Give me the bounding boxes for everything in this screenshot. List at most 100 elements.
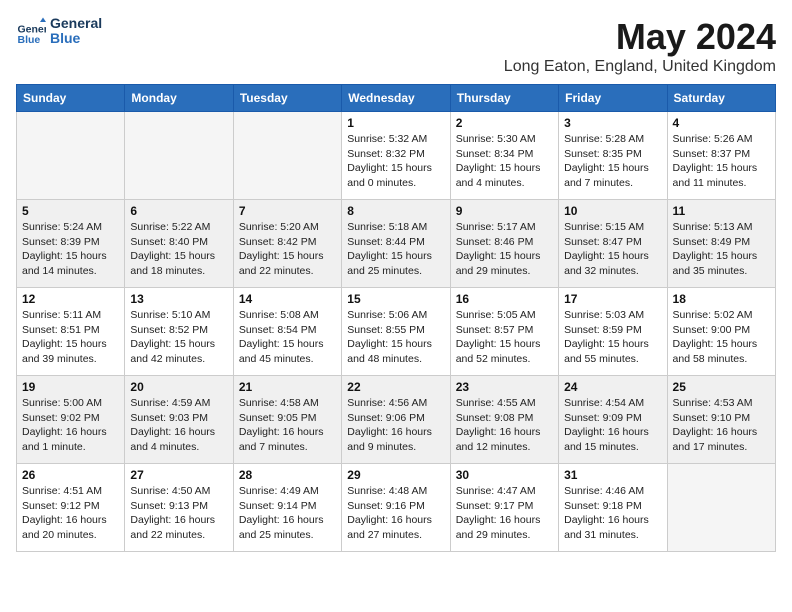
day-info: Sunrise: 4:56 AM Sunset: 9:06 PM Dayligh… <box>347 396 444 455</box>
day-info: Sunrise: 5:28 AM Sunset: 8:35 PM Dayligh… <box>564 132 661 191</box>
day-info: Sunrise: 5:02 AM Sunset: 9:00 PM Dayligh… <box>673 308 770 367</box>
calendar-cell: 4 Sunrise: 5:26 AM Sunset: 8:37 PM Daylig… <box>667 112 775 200</box>
calendar-week-row: 12 Sunrise: 5:11 AM Sunset: 8:51 PM Dayli… <box>17 288 776 376</box>
day-number: 7 <box>239 204 336 218</box>
day-info: Sunrise: 4:46 AM Sunset: 9:18 PM Dayligh… <box>564 484 661 543</box>
day-info: Sunrise: 5:24 AM Sunset: 8:39 PM Dayligh… <box>22 220 119 279</box>
logo-icon: General Blue <box>16 16 46 46</box>
logo-line2: Blue <box>50 31 102 46</box>
calendar-cell: 13Sunrise: 5:10 AM Sunset: 8:52 PM Dayli… <box>125 288 233 376</box>
day-number: 3 <box>564 116 661 130</box>
day-number: 6 <box>130 204 227 218</box>
logo: General Blue General Blue <box>16 16 102 47</box>
calendar-cell: 3 Sunrise: 5:28 AM Sunset: 8:35 PM Daylig… <box>559 112 667 200</box>
calendar-cell: 28 Sunrise: 4:49 AM Sunset: 9:14 PM Dayli… <box>233 464 341 552</box>
page-header: General Blue General Blue May 2024 Long … <box>16 16 776 76</box>
calendar-cell: 19 Sunrise: 5:00 AM Sunset: 9:02 PM Dayli… <box>17 376 125 464</box>
calendar-cell: 15Sunrise: 5:06 AM Sunset: 8:55 PM Dayli… <box>342 288 450 376</box>
day-number: 10 <box>564 204 661 218</box>
calendar-cell: 9 Sunrise: 5:17 AM Sunset: 8:46 PM Daylig… <box>450 200 558 288</box>
day-info: Sunrise: 5:15 AM Sunset: 8:47 PM Dayligh… <box>564 220 661 279</box>
day-info: Sunrise: 5:30 AM Sunset: 8:34 PM Dayligh… <box>456 132 553 191</box>
calendar-cell: 24 Sunrise: 4:54 AM Sunset: 9:09 PM Dayli… <box>559 376 667 464</box>
month-title: May 2024 <box>504 16 776 58</box>
calendar-cell: 6 Sunrise: 5:22 AM Sunset: 8:40 PM Daylig… <box>125 200 233 288</box>
day-info: Sunrise: 4:48 AM Sunset: 9:16 PM Dayligh… <box>347 484 444 543</box>
calendar-table: SundayMondayTuesdayWednesdayThursdayFrid… <box>16 84 776 552</box>
calendar-cell: 1 Sunrise: 5:32 AM Sunset: 8:32 PM Daylig… <box>342 112 450 200</box>
day-info: Sunrise: 5:22 AM Sunset: 8:40 PM Dayligh… <box>130 220 227 279</box>
day-number: 24 <box>564 380 661 394</box>
day-info: Sunrise: 5:11 AM Sunset: 8:51 PM Dayligh… <box>22 308 119 367</box>
calendar-cell: 16 Sunrise: 5:05 AM Sunset: 8:57 PM Dayli… <box>450 288 558 376</box>
day-number: 22 <box>347 380 444 394</box>
svg-text:Blue: Blue <box>18 34 41 46</box>
day-number: 21 <box>239 380 336 394</box>
calendar-cell: 26Sunrise: 4:51 AM Sunset: 9:12 PM Dayli… <box>17 464 125 552</box>
day-info: Sunrise: 4:49 AM Sunset: 9:14 PM Dayligh… <box>239 484 336 543</box>
day-info: Sunrise: 5:03 AM Sunset: 8:59 PM Dayligh… <box>564 308 661 367</box>
day-info: Sunrise: 4:55 AM Sunset: 9:08 PM Dayligh… <box>456 396 553 455</box>
calendar-cell: 27 Sunrise: 4:50 AM Sunset: 9:13 PM Dayli… <box>125 464 233 552</box>
title-block: May 2024 Long Eaton, England, United Kin… <box>504 16 776 76</box>
day-info: Sunrise: 5:17 AM Sunset: 8:46 PM Dayligh… <box>456 220 553 279</box>
calendar-cell: 7Sunrise: 5:20 AM Sunset: 8:42 PM Daylig… <box>233 200 341 288</box>
calendar-cell: 21 Sunrise: 4:58 AM Sunset: 9:05 PM Dayli… <box>233 376 341 464</box>
calendar-cell: 30 Sunrise: 4:47 AM Sunset: 9:17 PM Dayli… <box>450 464 558 552</box>
calendar-cell: 18 Sunrise: 5:02 AM Sunset: 9:00 PM Dayli… <box>667 288 775 376</box>
day-number: 19 <box>22 380 119 394</box>
day-info: Sunrise: 5:06 AM Sunset: 8:55 PM Dayligh… <box>347 308 444 367</box>
calendar-cell: 2 Sunrise: 5:30 AM Sunset: 8:34 PM Daylig… <box>450 112 558 200</box>
day-info: Sunrise: 5:32 AM Sunset: 8:32 PM Dayligh… <box>347 132 444 191</box>
calendar-cell: 17Sunrise: 5:03 AM Sunset: 8:59 PM Dayli… <box>559 288 667 376</box>
day-number: 2 <box>456 116 553 130</box>
calendar-header-sunday: Sunday <box>17 85 125 112</box>
day-number: 25 <box>673 380 770 394</box>
day-info: Sunrise: 4:50 AM Sunset: 9:13 PM Dayligh… <box>130 484 227 543</box>
location: Long Eaton, England, United Kingdom <box>504 58 776 76</box>
day-number: 12 <box>22 292 119 306</box>
calendar-header-saturday: Saturday <box>667 85 775 112</box>
day-info: Sunrise: 4:59 AM Sunset: 9:03 PM Dayligh… <box>130 396 227 455</box>
day-number: 23 <box>456 380 553 394</box>
day-number: 11 <box>673 204 770 218</box>
day-info: Sunrise: 5:05 AM Sunset: 8:57 PM Dayligh… <box>456 308 553 367</box>
calendar-week-row: 5Sunrise: 5:24 AM Sunset: 8:39 PM Daylig… <box>17 200 776 288</box>
day-number: 8 <box>347 204 444 218</box>
calendar-cell: 11Sunrise: 5:13 AM Sunset: 8:49 PM Dayli… <box>667 200 775 288</box>
day-info: Sunrise: 5:18 AM Sunset: 8:44 PM Dayligh… <box>347 220 444 279</box>
calendar-cell: 12 Sunrise: 5:11 AM Sunset: 8:51 PM Dayli… <box>17 288 125 376</box>
day-number: 29 <box>347 468 444 482</box>
day-number: 9 <box>456 204 553 218</box>
day-info: Sunrise: 5:26 AM Sunset: 8:37 PM Dayligh… <box>673 132 770 191</box>
day-info: Sunrise: 4:47 AM Sunset: 9:17 PM Dayligh… <box>456 484 553 543</box>
day-number: 31 <box>564 468 661 482</box>
day-number: 30 <box>456 468 553 482</box>
day-number: 28 <box>239 468 336 482</box>
calendar-week-row: 26Sunrise: 4:51 AM Sunset: 9:12 PM Dayli… <box>17 464 776 552</box>
calendar-cell <box>125 112 233 200</box>
calendar-cell: 20Sunrise: 4:59 AM Sunset: 9:03 PM Dayli… <box>125 376 233 464</box>
calendar-cell: 23 Sunrise: 4:55 AM Sunset: 9:08 PM Dayli… <box>450 376 558 464</box>
calendar-week-row: 19 Sunrise: 5:00 AM Sunset: 9:02 PM Dayli… <box>17 376 776 464</box>
day-number: 1 <box>347 116 444 130</box>
day-info: Sunrise: 5:00 AM Sunset: 9:02 PM Dayligh… <box>22 396 119 455</box>
day-number: 18 <box>673 292 770 306</box>
day-number: 16 <box>456 292 553 306</box>
calendar-header-tuesday: Tuesday <box>233 85 341 112</box>
calendar-cell: 29 Sunrise: 4:48 AM Sunset: 9:16 PM Dayli… <box>342 464 450 552</box>
calendar-cell <box>667 464 775 552</box>
day-info: Sunrise: 4:53 AM Sunset: 9:10 PM Dayligh… <box>673 396 770 455</box>
day-number: 4 <box>673 116 770 130</box>
calendar-header-friday: Friday <box>559 85 667 112</box>
calendar-cell: 31 Sunrise: 4:46 AM Sunset: 9:18 PM Dayli… <box>559 464 667 552</box>
calendar-week-row: 1 Sunrise: 5:32 AM Sunset: 8:32 PM Daylig… <box>17 112 776 200</box>
calendar-header-row: SundayMondayTuesdayWednesdayThursdayFrid… <box>17 85 776 112</box>
day-number: 27 <box>130 468 227 482</box>
day-info: Sunrise: 4:58 AM Sunset: 9:05 PM Dayligh… <box>239 396 336 455</box>
calendar-cell <box>233 112 341 200</box>
calendar-cell: 5Sunrise: 5:24 AM Sunset: 8:39 PM Daylig… <box>17 200 125 288</box>
day-info: Sunrise: 4:54 AM Sunset: 9:09 PM Dayligh… <box>564 396 661 455</box>
calendar-cell: 14Sunrise: 5:08 AM Sunset: 8:54 PM Dayli… <box>233 288 341 376</box>
day-number: 14 <box>239 292 336 306</box>
